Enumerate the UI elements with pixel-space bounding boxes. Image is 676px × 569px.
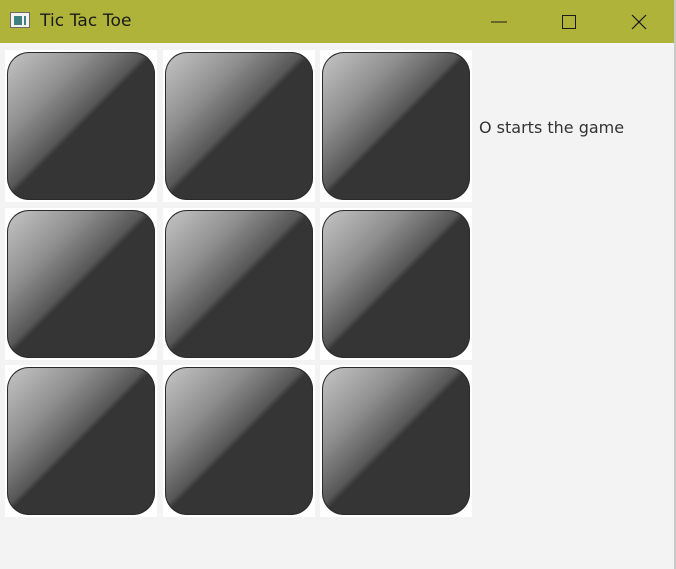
app-icon (10, 12, 30, 28)
cell-tile[interactable] (322, 367, 470, 515)
minimize-button[interactable] (476, 0, 522, 43)
close-button[interactable] (616, 0, 662, 43)
app-icon-strip (24, 16, 26, 25)
cell-tile[interactable] (165, 367, 313, 515)
board-cell-1[interactable] (5, 50, 157, 202)
cell-tile[interactable] (165, 210, 313, 358)
title-bar[interactable]: Tic Tac Toe (0, 0, 674, 43)
status-text: O starts the game (479, 118, 625, 137)
board-cell-3[interactable] (320, 50, 472, 202)
board-cell-6[interactable] (320, 208, 472, 360)
cell-tile[interactable] (7, 210, 155, 358)
board-cell-4[interactable] (5, 208, 157, 360)
maximize-button[interactable] (546, 0, 592, 43)
board-cell-2[interactable] (163, 50, 315, 202)
app-icon-pane (14, 16, 22, 25)
cell-tile[interactable] (322, 52, 470, 200)
app-window: Tic Tac Toe O starts the game (0, 0, 676, 569)
board-cell-7[interactable] (5, 365, 157, 517)
board-cell-5[interactable] (163, 208, 315, 360)
board-cell-9[interactable] (320, 365, 472, 517)
cell-tile[interactable] (322, 210, 470, 358)
maximize-icon (562, 15, 576, 29)
minimize-icon (491, 21, 507, 23)
board-cell-8[interactable] (163, 365, 315, 517)
window-title: Tic Tac Toe (40, 11, 132, 31)
cell-tile[interactable] (7, 367, 155, 515)
cell-tile[interactable] (7, 52, 155, 200)
close-icon (631, 14, 647, 30)
cell-tile[interactable] (165, 52, 313, 200)
